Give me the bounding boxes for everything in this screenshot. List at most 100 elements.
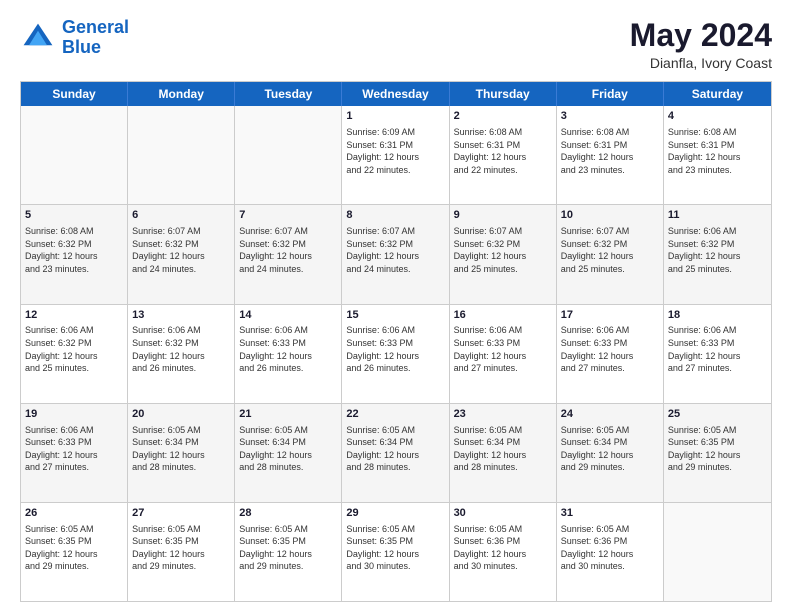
cell-info: Sunrise: 6:08 AM Sunset: 6:31 PM Dayligh…	[668, 126, 767, 176]
cell-info: Sunrise: 6:07 AM Sunset: 6:32 PM Dayligh…	[346, 225, 444, 275]
calendar-body: 1 Sunrise: 6:09 AM Sunset: 6:31 PM Daylig…	[21, 106, 771, 601]
day-number: 9	[454, 208, 552, 223]
calendar-row-2: 12Sunrise: 6:06 AM Sunset: 6:32 PM Dayli…	[21, 304, 771, 403]
day-number: 26	[25, 506, 123, 521]
cell-info: Sunrise: 6:05 AM Sunset: 6:35 PM Dayligh…	[132, 523, 230, 573]
day-number: 23	[454, 407, 552, 422]
calendar: SundayMondayTuesdayWednesdayThursdayFrid…	[20, 81, 772, 602]
cell-info: Sunrise: 6:09 AM Sunset: 6:31 PM Dayligh…	[346, 126, 444, 176]
day-cell-14: 14Sunrise: 6:06 AM Sunset: 6:33 PM Dayli…	[235, 305, 342, 403]
calendar-row-4: 26 Sunrise: 6:05 AM Sunset: 6:35 PM Dayli…	[21, 502, 771, 601]
cell-info: Sunrise: 6:05 AM Sunset: 6:34 PM Dayligh…	[132, 424, 230, 474]
day-number: 30	[454, 506, 552, 521]
day-number: 21	[239, 407, 337, 422]
day-cell-16: 16Sunrise: 6:06 AM Sunset: 6:33 PM Dayli…	[450, 305, 557, 403]
day-cell-18: 18Sunrise: 6:06 AM Sunset: 6:33 PM Dayli…	[664, 305, 771, 403]
day-number: 13	[132, 308, 230, 323]
day-cell-28: 28 Sunrise: 6:05 AM Sunset: 6:35 PM Dayli…	[235, 503, 342, 601]
day-cell-2: 2 Sunrise: 6:08 AM Sunset: 6:31 PM Daylig…	[450, 106, 557, 204]
cell-info: Sunrise: 6:08 AM Sunset: 6:32 PM Dayligh…	[25, 225, 123, 275]
day-number: 6	[132, 208, 230, 223]
day-cell-27: 27 Sunrise: 6:05 AM Sunset: 6:35 PM Dayli…	[128, 503, 235, 601]
cell-info: Sunrise: 6:06 AM Sunset: 6:33 PM Dayligh…	[239, 324, 337, 374]
day-cell-24: 24 Sunrise: 6:05 AM Sunset: 6:34 PM Dayli…	[557, 404, 664, 502]
month-title: May 2024	[630, 18, 772, 53]
cell-info: Sunrise: 6:05 AM Sunset: 6:34 PM Dayligh…	[561, 424, 659, 474]
empty-cell-0-0	[21, 106, 128, 204]
day-cell-22: 22 Sunrise: 6:05 AM Sunset: 6:34 PM Dayli…	[342, 404, 449, 502]
day-cell-21: 21 Sunrise: 6:05 AM Sunset: 6:34 PM Dayli…	[235, 404, 342, 502]
weekday-header-monday: Monday	[128, 82, 235, 106]
cell-info: Sunrise: 6:06 AM Sunset: 6:33 PM Dayligh…	[346, 324, 444, 374]
cell-info: Sunrise: 6:05 AM Sunset: 6:34 PM Dayligh…	[239, 424, 337, 474]
day-number: 12	[25, 308, 123, 323]
logo-line1: General	[62, 17, 129, 37]
day-number: 29	[346, 506, 444, 521]
day-number: 5	[25, 208, 123, 223]
logo-text: General Blue	[62, 18, 129, 58]
day-number: 22	[346, 407, 444, 422]
day-cell-7: 7 Sunrise: 6:07 AM Sunset: 6:32 PM Daylig…	[235, 205, 342, 303]
day-cell-25: 25Sunrise: 6:05 AM Sunset: 6:35 PM Dayli…	[664, 404, 771, 502]
logo: General Blue	[20, 18, 129, 58]
day-cell-4: 4 Sunrise: 6:08 AM Sunset: 6:31 PM Daylig…	[664, 106, 771, 204]
day-cell-9: 9Sunrise: 6:07 AM Sunset: 6:32 PM Daylig…	[450, 205, 557, 303]
cell-info: Sunrise: 6:05 AM Sunset: 6:36 PM Dayligh…	[454, 523, 552, 573]
cell-info: Sunrise: 6:06 AM Sunset: 6:33 PM Dayligh…	[25, 424, 123, 474]
day-number: 31	[561, 506, 659, 521]
calendar-row-3: 19 Sunrise: 6:06 AM Sunset: 6:33 PM Dayli…	[21, 403, 771, 502]
day-number: 3	[561, 109, 659, 124]
day-number: 19	[25, 407, 123, 422]
day-cell-17: 17Sunrise: 6:06 AM Sunset: 6:33 PM Dayli…	[557, 305, 664, 403]
day-cell-20: 20 Sunrise: 6:05 AM Sunset: 6:34 PM Dayli…	[128, 404, 235, 502]
location: Dianfla, Ivory Coast	[630, 55, 772, 71]
day-cell-6: 6 Sunrise: 6:07 AM Sunset: 6:32 PM Daylig…	[128, 205, 235, 303]
day-number: 7	[239, 208, 337, 223]
day-number: 1	[346, 109, 444, 124]
cell-info: Sunrise: 6:05 AM Sunset: 6:34 PM Dayligh…	[454, 424, 552, 474]
cell-info: Sunrise: 6:05 AM Sunset: 6:34 PM Dayligh…	[346, 424, 444, 474]
cell-info: Sunrise: 6:08 AM Sunset: 6:31 PM Dayligh…	[561, 126, 659, 176]
cell-info: Sunrise: 6:05 AM Sunset: 6:36 PM Dayligh…	[561, 523, 659, 573]
day-cell-29: 29 Sunrise: 6:05 AM Sunset: 6:35 PM Dayli…	[342, 503, 449, 601]
day-cell-1: 1 Sunrise: 6:09 AM Sunset: 6:31 PM Daylig…	[342, 106, 449, 204]
day-cell-12: 12Sunrise: 6:06 AM Sunset: 6:32 PM Dayli…	[21, 305, 128, 403]
day-number: 24	[561, 407, 659, 422]
cell-info: Sunrise: 6:05 AM Sunset: 6:35 PM Dayligh…	[346, 523, 444, 573]
cell-info: Sunrise: 6:06 AM Sunset: 6:33 PM Dayligh…	[668, 324, 767, 374]
cell-info: Sunrise: 6:06 AM Sunset: 6:33 PM Dayligh…	[454, 324, 552, 374]
day-cell-19: 19 Sunrise: 6:06 AM Sunset: 6:33 PM Dayli…	[21, 404, 128, 502]
day-number: 2	[454, 109, 552, 124]
calendar-row-1: 5 Sunrise: 6:08 AM Sunset: 6:32 PM Daylig…	[21, 204, 771, 303]
cell-info: Sunrise: 6:07 AM Sunset: 6:32 PM Dayligh…	[132, 225, 230, 275]
weekday-header-thursday: Thursday	[450, 82, 557, 106]
weekday-header-saturday: Saturday	[664, 82, 771, 106]
day-cell-15: 15Sunrise: 6:06 AM Sunset: 6:33 PM Dayli…	[342, 305, 449, 403]
cell-info: Sunrise: 6:08 AM Sunset: 6:31 PM Dayligh…	[454, 126, 552, 176]
cell-info: Sunrise: 6:07 AM Sunset: 6:32 PM Dayligh…	[561, 225, 659, 275]
day-number: 28	[239, 506, 337, 521]
cell-info: Sunrise: 6:07 AM Sunset: 6:32 PM Dayligh…	[239, 225, 337, 275]
day-cell-31: 31 Sunrise: 6:05 AM Sunset: 6:36 PM Dayli…	[557, 503, 664, 601]
day-cell-11: 11Sunrise: 6:06 AM Sunset: 6:32 PM Dayli…	[664, 205, 771, 303]
header: General Blue May 2024 Dianfla, Ivory Coa…	[20, 18, 772, 71]
day-number: 20	[132, 407, 230, 422]
weekday-header-wednesday: Wednesday	[342, 82, 449, 106]
calendar-header: SundayMondayTuesdayWednesdayThursdayFrid…	[21, 82, 771, 106]
day-number: 27	[132, 506, 230, 521]
day-number: 18	[668, 308, 767, 323]
cell-info: Sunrise: 6:05 AM Sunset: 6:35 PM Dayligh…	[239, 523, 337, 573]
day-cell-3: 3 Sunrise: 6:08 AM Sunset: 6:31 PM Daylig…	[557, 106, 664, 204]
day-number: 10	[561, 208, 659, 223]
weekday-header-sunday: Sunday	[21, 82, 128, 106]
day-number: 11	[668, 208, 767, 223]
day-number: 25	[668, 407, 767, 422]
empty-cell-4-6	[664, 503, 771, 601]
day-number: 14	[239, 308, 337, 323]
day-cell-13: 13Sunrise: 6:06 AM Sunset: 6:32 PM Dayli…	[128, 305, 235, 403]
logo-icon	[20, 20, 56, 56]
logo-line2: Blue	[62, 37, 101, 57]
day-number: 4	[668, 109, 767, 124]
day-cell-26: 26Sunrise: 6:05 AM Sunset: 6:35 PM Dayli…	[21, 503, 128, 601]
cell-info: Sunrise: 6:06 AM Sunset: 6:33 PM Dayligh…	[561, 324, 659, 374]
